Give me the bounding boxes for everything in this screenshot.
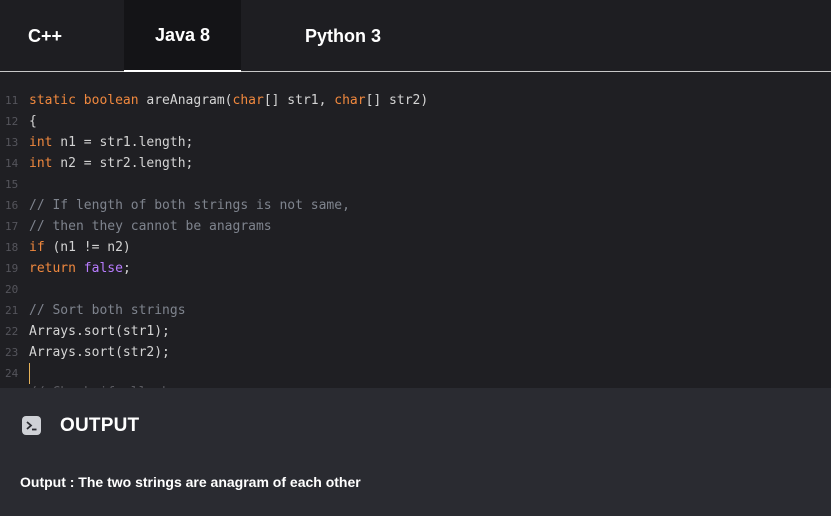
code-text: Arrays.sort(str2);: [29, 342, 170, 363]
code-token: [] str2): [365, 93, 429, 108]
code-line[interactable]: 19 return false;: [0, 258, 831, 279]
code-comment: // Sort both strings: [29, 303, 186, 318]
line-number: 23: [5, 346, 19, 359]
code-line[interactable]: 18 if (n1 != n2): [0, 237, 831, 258]
code-keyword: static boolean: [29, 93, 139, 108]
tab-cpp[interactable]: C++: [0, 0, 90, 72]
code-token: n1 = str1.length;: [52, 135, 194, 150]
code-text: Arrays.sort(str1);: [29, 321, 170, 342]
code-literal: false: [83, 261, 123, 276]
code-line[interactable]: 11 static boolean areAnagram(char[] str1,…: [0, 90, 831, 111]
code-text: int n1 = str1.length;: [29, 132, 193, 153]
code-text: // then they cannot be anagrams: [29, 216, 272, 237]
output-title: OUTPUT: [60, 415, 140, 436]
code-token: [] str1,: [263, 93, 335, 108]
code-line[interactable]: 23 Arrays.sort(str2);: [0, 342, 831, 363]
code-text: // If length of both strings is not same…: [29, 195, 350, 216]
terminal-icon: [22, 416, 41, 435]
code-comment: // then they cannot be anagrams: [29, 219, 272, 234]
code-token: (n1 != n2): [44, 240, 131, 255]
code-text: return false;: [29, 258, 131, 279]
code-line[interactable]: 22 Arrays.sort(str1);: [0, 321, 831, 342]
line-number: 24: [5, 367, 19, 380]
code-token: Arrays.sort(str1);: [29, 324, 170, 339]
code-line[interactable]: 14 int n2 = str2.length;: [0, 153, 831, 174]
line-number: 14: [5, 157, 19, 170]
code-line[interactable]: 12 {: [0, 111, 831, 132]
output-text: Output : The two strings are anagram of …: [20, 474, 361, 490]
tab-python-3[interactable]: Python 3: [268, 0, 418, 72]
code-line[interactable]: 24: [0, 363, 831, 384]
code-line[interactable]: 13 int n1 = str1.length;: [0, 132, 831, 153]
code-line[interactable]: 20: [0, 279, 831, 300]
code-text: if (n1 != n2): [29, 237, 131, 258]
code-line[interactable]: 17 // then they cannot be anagrams: [0, 216, 831, 237]
line-number: 19: [5, 262, 19, 275]
text-cursor: [29, 363, 30, 384]
line-number: 20: [5, 283, 19, 296]
code-text: // Sort both strings: [29, 300, 186, 321]
code-token: ;: [122, 261, 131, 276]
line-number: 18: [5, 241, 19, 254]
code-token: n2 = str2.length;: [52, 156, 194, 171]
code-token: Arrays.sort(str2);: [29, 345, 170, 360]
code-text: static boolean areAnagram(char[] str1, c…: [29, 90, 428, 111]
code-keyword: int: [29, 135, 53, 150]
code-text: {: [29, 111, 37, 132]
code-keyword: char: [232, 93, 264, 108]
line-number: 13: [5, 136, 19, 149]
output-panel: OUTPUT Output : The two strings are anag…: [0, 388, 831, 516]
line-number: 21: [5, 304, 19, 317]
code-keyword: int: [29, 156, 53, 171]
line-number: 16: [5, 199, 19, 212]
code-comment: // If length of both strings is not same…: [29, 198, 350, 213]
code-token: areAnagram(: [138, 93, 233, 108]
line-number: 12: [5, 115, 19, 128]
code-line[interactable]: 15: [0, 174, 831, 195]
tab-java-8[interactable]: Java 8: [124, 0, 241, 72]
code-line[interactable]: 16 // If length of both strings is not sa…: [0, 195, 831, 216]
code-text: int n2 = str2.length;: [29, 153, 193, 174]
code-editor[interactable]: // Check if all chars 11static boolean a…: [0, 73, 831, 388]
code-keyword: return: [29, 261, 76, 276]
code-line[interactable]: 21 // Sort both strings: [0, 300, 831, 321]
line-number: 22: [5, 325, 19, 338]
code-token: {: [29, 114, 37, 129]
code-keyword: char: [334, 93, 366, 108]
line-number: 11: [5, 94, 19, 107]
code-keyword: if: [29, 240, 45, 255]
line-number: 15: [5, 178, 19, 191]
line-number: 17: [5, 220, 19, 233]
language-tab-bar: C++ Java 8 Python 3: [0, 0, 831, 72]
